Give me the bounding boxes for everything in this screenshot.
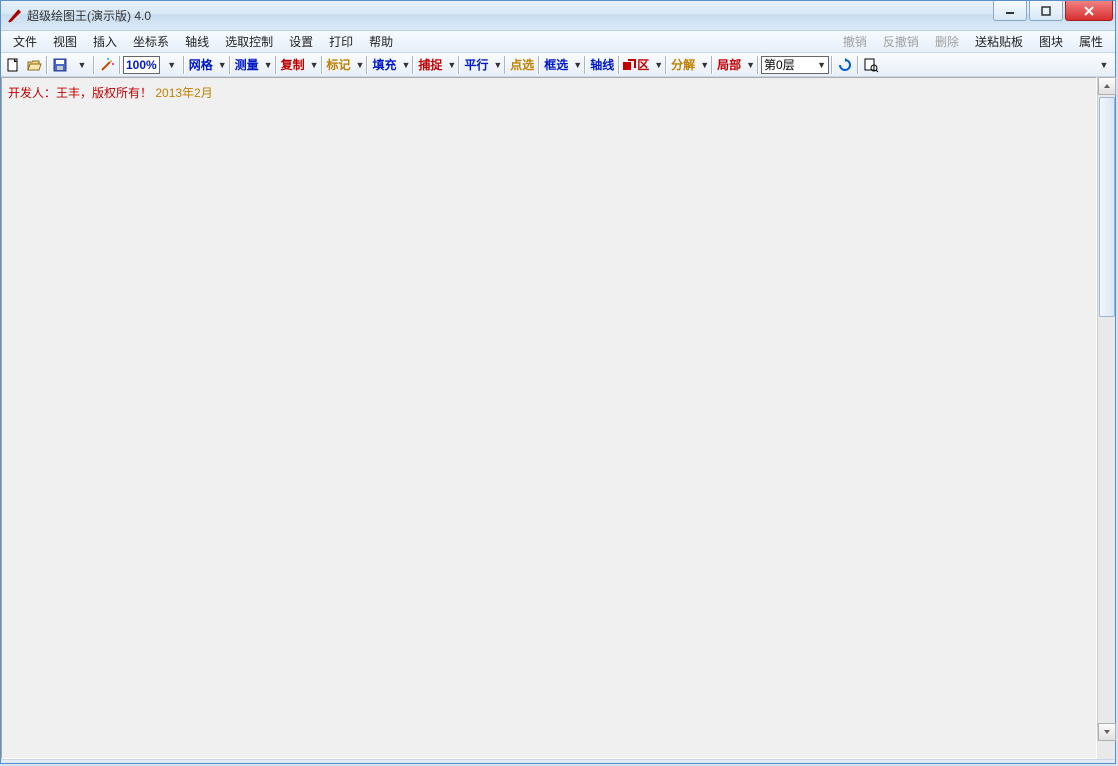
app-icon bbox=[7, 8, 23, 24]
separator bbox=[119, 56, 121, 74]
tb-grid-dd[interactable]: ▼ bbox=[218, 60, 227, 70]
tb-exit[interactable]: 区 bbox=[635, 56, 651, 73]
tb-parallel[interactable]: 平行 bbox=[462, 56, 490, 73]
tb-snap[interactable]: 捕捉 bbox=[416, 56, 444, 73]
zoom-dropdown-icon[interactable]: ▼ bbox=[161, 55, 181, 75]
tb-fill-dd[interactable]: ▼ bbox=[401, 60, 410, 70]
menu-help[interactable]: 帮助 bbox=[361, 31, 401, 52]
open-icon[interactable] bbox=[24, 55, 44, 75]
tb-axis[interactable]: 轴线 bbox=[588, 56, 616, 73]
separator bbox=[46, 56, 48, 74]
minimize-button[interactable] bbox=[993, 1, 1027, 21]
tb-fill[interactable]: 填充 bbox=[370, 56, 398, 73]
save-dropdown-icon[interactable]: ▼ bbox=[71, 55, 91, 75]
tb-local[interactable]: 局部 bbox=[715, 56, 743, 73]
save-icon[interactable] bbox=[50, 55, 70, 75]
menu-select[interactable]: 选取控制 bbox=[217, 31, 281, 52]
developer-credit: 开发人：王丰，版权所有！ 2013年2月 bbox=[8, 86, 213, 100]
tb-exit-dd[interactable]: ▼ bbox=[654, 60, 663, 70]
new-icon[interactable] bbox=[3, 55, 23, 75]
tb-measure[interactable]: 测量 bbox=[233, 56, 261, 73]
tb-mark[interactable]: 标记 bbox=[325, 56, 353, 73]
menu-coord[interactable]: 坐标系 bbox=[125, 31, 177, 52]
menu-delete[interactable]: 删除 bbox=[927, 31, 967, 52]
tb-box[interactable]: 框选 bbox=[542, 56, 570, 73]
canvas[interactable]: 开发人：王丰，版权所有！ 2013年2月 bbox=[1, 77, 1097, 759]
statusbar bbox=[1, 759, 1115, 763]
menu-undo[interactable]: 撤销 bbox=[835, 31, 875, 52]
tb-exit-icon bbox=[622, 58, 636, 72]
chevron-down-icon: ▼ bbox=[817, 60, 826, 70]
toolbar-overflow-icon[interactable]: ▼ bbox=[1093, 55, 1113, 75]
magic-icon[interactable] bbox=[97, 55, 117, 75]
app-window: 超级绘图王(演示版) 4.0 文件 视图 插入 坐标系 轴线 选取控制 设置 打… bbox=[0, 0, 1116, 764]
menu-axis[interactable]: 轴线 bbox=[177, 31, 217, 52]
menu-insert[interactable]: 插入 bbox=[85, 31, 125, 52]
menu-redo[interactable]: 反撤销 bbox=[875, 31, 927, 52]
menu-view[interactable]: 视图 bbox=[45, 31, 85, 52]
maximize-button[interactable] bbox=[1029, 1, 1063, 21]
menu-block[interactable]: 图块 bbox=[1031, 31, 1071, 52]
menu-settings[interactable]: 设置 bbox=[281, 31, 321, 52]
layer-select[interactable]: 第0层 ▼ bbox=[761, 56, 829, 74]
tb-box-dd[interactable]: ▼ bbox=[573, 60, 582, 70]
titlebar[interactable]: 超级绘图王(演示版) 4.0 bbox=[1, 1, 1115, 31]
scroll-up-icon[interactable] bbox=[1098, 77, 1116, 95]
refresh-icon[interactable] bbox=[835, 55, 855, 75]
client-area: 开发人：王丰，版权所有！ 2013年2月 bbox=[1, 77, 1115, 759]
menu-props[interactable]: 属性 bbox=[1071, 31, 1111, 52]
tb-grid[interactable]: 网格 bbox=[187, 56, 215, 73]
menu-clipboard[interactable]: 送粘贴板 bbox=[967, 31, 1031, 52]
scroll-down-icon[interactable] bbox=[1098, 723, 1116, 741]
tb-decomp-dd[interactable]: ▼ bbox=[700, 60, 709, 70]
tb-local-dd[interactable]: ▼ bbox=[746, 60, 755, 70]
menubar: 文件 视图 插入 坐标系 轴线 选取控制 设置 打印 帮助 撤销 反撤销 删除 … bbox=[1, 31, 1115, 53]
separator bbox=[93, 56, 95, 74]
toolbar: ▼ 100% ▼ 网格▼ 测量▼ 复制▼ 标记▼ 填充▼ 捕捉▼ 平行▼ 点选 … bbox=[1, 53, 1115, 77]
tb-parallel-dd[interactable]: ▼ bbox=[493, 60, 502, 70]
tb-decomp[interactable]: 分解 bbox=[669, 56, 697, 73]
scroll-corner bbox=[1097, 741, 1115, 759]
zoom-input[interactable]: 100% bbox=[123, 56, 160, 74]
tb-point[interactable]: 点选 bbox=[508, 56, 536, 73]
menu-print[interactable]: 打印 bbox=[321, 31, 361, 52]
tb-snap-dd[interactable]: ▼ bbox=[447, 60, 456, 70]
window-controls bbox=[993, 1, 1115, 21]
menu-file[interactable]: 文件 bbox=[5, 31, 45, 52]
separator bbox=[183, 56, 185, 74]
window-title: 超级绘图王(演示版) 4.0 bbox=[27, 7, 151, 24]
tb-copy[interactable]: 复制 bbox=[279, 56, 307, 73]
tb-measure-dd[interactable]: ▼ bbox=[264, 60, 273, 70]
close-button[interactable] bbox=[1065, 1, 1113, 21]
scroll-thumb[interactable] bbox=[1099, 97, 1115, 317]
preview-icon[interactable] bbox=[861, 55, 881, 75]
vertical-scrollbar[interactable] bbox=[1097, 77, 1115, 759]
tb-copy-dd[interactable]: ▼ bbox=[310, 60, 319, 70]
tb-mark-dd[interactable]: ▼ bbox=[356, 60, 365, 70]
